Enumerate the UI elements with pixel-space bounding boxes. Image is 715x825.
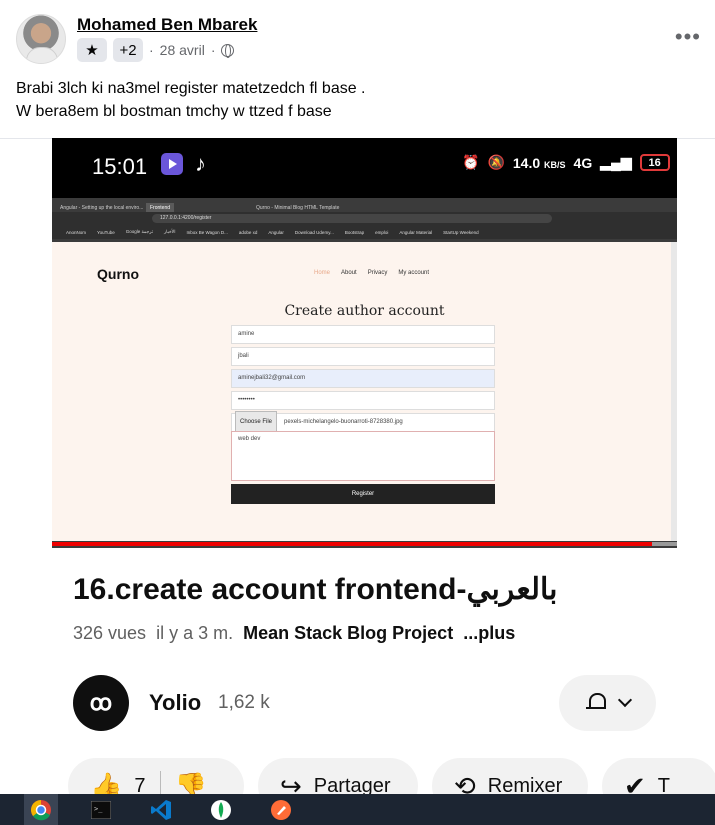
video-progress-remaining[interactable] <box>652 542 677 546</box>
email-field[interactable]: aminejbali32@gmail.com <box>231 369 495 388</box>
video-title: 16.create account frontend-بالعربي <box>73 573 558 606</box>
taskbar: >_ <box>0 794 715 825</box>
bookmark[interactable]: Google ترجمة <box>126 229 153 235</box>
page-scrollbar[interactable] <box>671 242 677 541</box>
terminal-icon[interactable]: >_ <box>84 794 118 825</box>
lastname-field[interactable]: jbali <box>231 347 495 366</box>
vscode-icon[interactable] <box>144 794 178 825</box>
more-options-icon[interactable]: ••• <box>675 24 701 50</box>
site-logo[interactable]: Qurno <box>97 266 139 282</box>
browser-window: Angular - Setting up the local enviro...… <box>52 198 677 548</box>
post-meta: ★ +2 · 28 avril · <box>77 38 235 62</box>
phone-status-bar: 15:01 ♪ ⏰ 🔕 14.0 KB/S 4G ▂▄▆ 16 <box>52 138 677 198</box>
upload-age: il y a 3 m. <box>156 623 234 643</box>
video-player[interactable]: 15:01 ♪ ⏰ 🔕 14.0 KB/S 4G ▂▄▆ 16 Angular … <box>52 138 677 548</box>
nav-home[interactable]: Home <box>314 270 330 276</box>
bookmark[interactable]: emploi <box>375 230 388 235</box>
url-bar: 127.0.0.1:4200/register <box>52 212 677 225</box>
author-name[interactable]: Mohamed Ben Mbarek <box>77 15 257 35</box>
bookmark[interactable]: Download Udemy... <box>295 230 334 235</box>
meta-separator: · <box>210 42 216 58</box>
form-title: Create author account <box>284 303 445 319</box>
playlist-name[interactable]: Mean Stack Blog Project <box>243 623 453 643</box>
network-speed: 14.0 KB/S <box>512 154 566 171</box>
bookmark[interactable]: Angular Material <box>399 230 432 235</box>
bookmark[interactable]: Angular <box>268 230 284 235</box>
signal-icon: ▂▄▆ <box>600 154 632 170</box>
nav-privacy[interactable]: Privacy <box>368 270 388 276</box>
firstname-field[interactable]: amine <box>231 325 495 344</box>
register-button[interactable]: Register <box>231 484 495 504</box>
file-input[interactable]: Choose File pexels-michelangelo-buonarro… <box>231 411 495 434</box>
bookmark[interactable]: StartUp Weekend <box>443 230 478 235</box>
battery-icon: 16 <box>639 154 670 171</box>
avatar-figure <box>26 47 58 63</box>
phone-status-icons: ⏰ 🔕 14.0 KB/S 4G ▂▄▆ 16 <box>462 154 670 171</box>
post-text: Brabi 3lch ki na3mel register matetzedch… <box>16 77 366 123</box>
password-field[interactable]: •••••••• <box>231 391 495 410</box>
nav-about[interactable]: About <box>341 270 357 276</box>
address-input[interactable]: 127.0.0.1:4200/register <box>152 214 552 223</box>
facebook-post: Mohamed Ben Mbarek ★ +2 · 28 avril · •••… <box>0 0 715 825</box>
star-icon[interactable]: ★ <box>77 38 107 62</box>
phone-time: 15:01 <box>92 154 148 179</box>
mongodb-icon[interactable] <box>204 794 238 825</box>
post-text-line: W bera8em bl bostman tmchy w ttzed f bas… <box>16 103 332 120</box>
view-count: 326 vues <box>73 623 147 643</box>
globe-icon <box>221 43 235 58</box>
svg-text:>_: >_ <box>94 805 103 813</box>
bookmark[interactable]: Bootstrap <box>345 230 364 235</box>
bookmark[interactable]: adobe xd <box>239 230 258 235</box>
webpage: Qurno Home About Privacy My account Crea… <box>52 242 677 541</box>
channel-name[interactable]: Yolio <box>149 690 201 716</box>
chrome-icon[interactable] <box>24 794 58 825</box>
site-nav: Home About Privacy My account <box>314 270 429 276</box>
nav-my-account[interactable]: My account <box>398 270 429 276</box>
author-avatar[interactable] <box>16 14 66 64</box>
chevron-down-icon <box>617 692 632 708</box>
channel-avatar[interactable]: ꝏ <box>73 675 129 731</box>
mute-icon: 🔕 <box>487 154 505 170</box>
badge-count[interactable]: +2 <box>113 38 143 62</box>
youtube-music-icon <box>161 153 183 175</box>
more-link[interactable]: ...plus <box>463 623 515 643</box>
bookmark[interactable]: AnonNom <box>66 230 86 235</box>
subscribe-bell-button[interactable] <box>559 675 656 731</box>
video-info: 326 vues il y a 3 m. Mean Stack Blog Pro… <box>73 623 515 644</box>
subscriber-count: 1,62 k <box>218 692 270 713</box>
bookmarks-bar: AnonNom YouTube Google ترجمة الأخبار Inb… <box>52 225 677 239</box>
file-name: pexels-michelangelo-buonarroti-8728380.j… <box>284 419 403 425</box>
post-date[interactable]: 28 avril <box>160 42 205 58</box>
music-note-icon: ♪ <box>195 151 206 176</box>
bookmark[interactable]: Inbox Be Wagon D... <box>187 230 228 235</box>
postman-icon[interactable] <box>264 794 298 825</box>
bookmark[interactable]: YouTube <box>97 230 115 235</box>
video-progress-played[interactable] <box>52 542 652 546</box>
post-text-line: Brabi 3lch ki na3mel register matetzedch… <box>16 80 366 97</box>
bell-icon <box>585 692 606 714</box>
alarm-icon: ⏰ <box>462 154 480 170</box>
meta-separator: · <box>149 42 154 58</box>
about-textarea[interactable]: web dev <box>231 431 495 481</box>
network-type: 4G <box>573 154 593 171</box>
bookmark[interactable]: الأخبار <box>164 229 176 235</box>
